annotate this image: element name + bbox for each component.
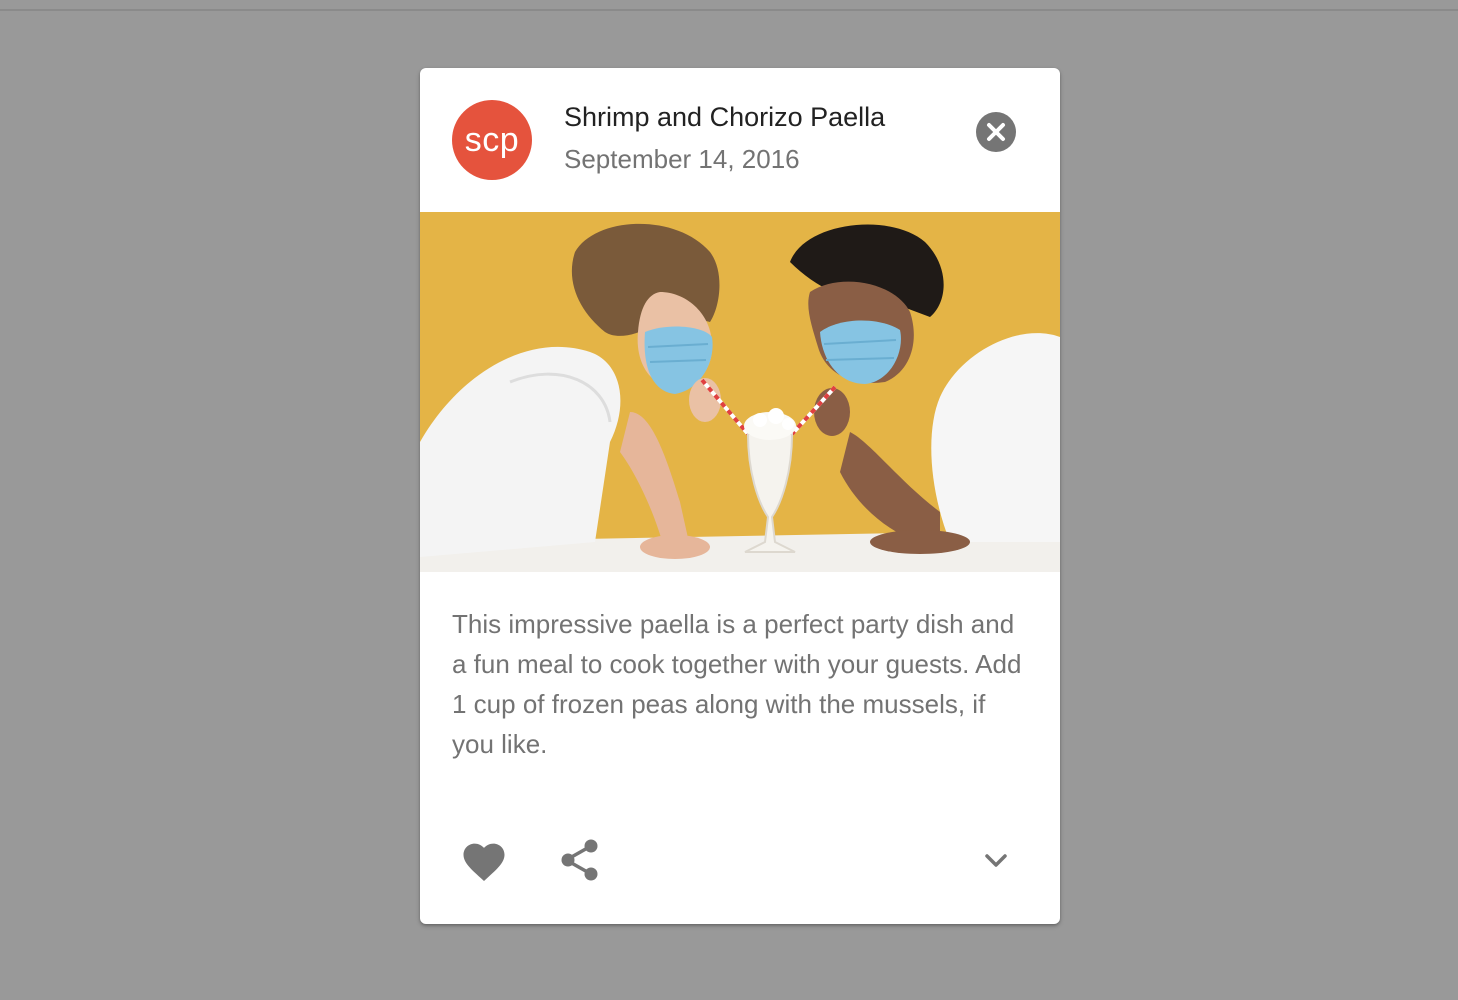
card-description: This impressive paella is a perfect part…: [452, 609, 1022, 759]
card-header: scp Shrimp and Chorizo Paella September …: [420, 68, 1060, 212]
card-media-image: [420, 212, 1060, 572]
backdrop-top-edge: [0, 0, 1458, 11]
share-button[interactable]: [548, 828, 612, 892]
card-title: Shrimp and Chorizo Paella: [564, 102, 886, 132]
card-actions: [420, 820, 1060, 900]
share-icon: [561, 839, 598, 881]
recipe-card: scp Shrimp and Chorizo Paella September …: [420, 68, 1060, 924]
close-icon: [987, 123, 1005, 141]
photo-illustration: [420, 212, 1060, 572]
chevron-down-icon: [985, 854, 1007, 867]
avatar: scp: [452, 100, 532, 180]
favorite-button[interactable]: [452, 828, 516, 892]
close-button[interactable]: [976, 112, 1016, 152]
expand-button[interactable]: [964, 828, 1028, 892]
card-date: September 14, 2016: [564, 144, 800, 174]
heart-icon: [463, 843, 505, 881]
